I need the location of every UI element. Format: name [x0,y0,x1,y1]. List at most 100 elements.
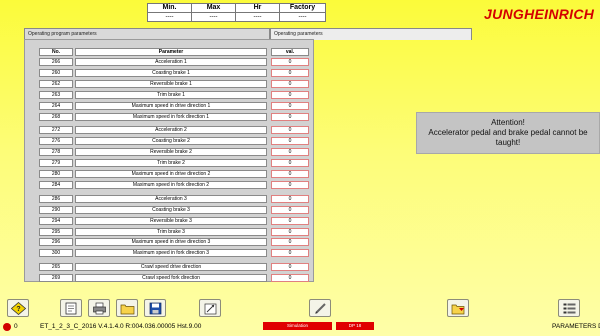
param-value-field[interactable]: 0 [271,126,309,135]
param-name-cell: Trim brake 2 [75,159,267,168]
param-value-field[interactable]: 0 [271,159,309,168]
col-max: Max [191,3,236,13]
status-red-label-2: DP 18 [336,322,374,330]
column-header-val: val. [271,48,309,56]
parameters-list-button[interactable] [558,299,580,317]
hr-value: ---- [235,12,280,22]
param-value-field[interactable]: 0 [271,112,309,121]
print-button[interactable] [88,299,110,317]
export-icon [204,303,216,314]
param-number-cell: 272 [39,126,73,135]
param-value-field[interactable]: 0 [271,170,309,178]
column-header-parameter: Parameter [75,48,267,56]
column-header-no: No. [39,48,73,56]
brand-logo: JUNGHEINRICH [484,6,595,22]
param-value-field[interactable]: 0 [271,58,309,66]
param-name-cell: Crawl speed drive direction [75,263,267,272]
param-value-field[interactable]: 0 [271,101,309,110]
param-name-cell: Crawl speed fork direction [75,274,267,283]
param-number-cell: 295 [39,227,73,236]
param-number-cell: 284 [39,180,73,189]
param-name-cell: Trim brake 1 [75,90,267,99]
param-number-cell: 268 [39,112,73,121]
open-folder-button[interactable] [447,299,469,317]
param-name-cell: Maximum speed in drive direction 1 [75,101,267,110]
param-value-field[interactable]: 0 [271,249,309,258]
param-value-field[interactable]: 0 [271,148,309,157]
param-value-field[interactable]: 0 [271,274,309,283]
param-number-cell: 294 [39,216,73,225]
param-name-cell: Reversible brake 2 [75,148,267,157]
folder-icon [120,304,134,314]
attention-title: Attention! [491,118,525,127]
param-name-cell: Maximum speed in drive direction 2 [75,170,267,178]
param-number-cell: 280 [39,170,73,178]
param-name-cell: Maximum speed in fork direction 3 [75,249,267,258]
min-max-table: Min. Max Hr Factory ---- ---- ---- ---- [147,3,326,22]
export-button[interactable] [199,299,221,317]
param-name-cell: Reversible brake 3 [75,216,267,225]
save-button[interactable] [144,299,166,317]
param-value-field[interactable]: 0 [271,194,309,203]
param-value-field[interactable]: 0 [271,227,309,236]
attention-text: Accelerator pedal and brake pedal cannot… [428,128,588,147]
min-value: ---- [147,12,192,22]
col-hr: Hr [235,3,280,13]
param-number-cell: 269 [39,274,73,283]
attention-message-box: Attention! Accelerator pedal and brake p… [416,112,600,154]
param-name-cell: Coasting brake 3 [75,205,267,214]
save-icon [149,302,161,314]
col-factory: Factory [279,3,326,13]
param-name-cell: Acceleration 1 [75,58,267,66]
help-button[interactable]: ? [7,299,29,317]
param-name-cell: Maximum speed in fork direction 2 [75,180,267,189]
factory-value: ---- [279,12,326,22]
param-value-field[interactable]: 0 [271,79,309,88]
edit-icon [65,302,76,314]
param-number-cell: 286 [39,194,73,203]
param-name-cell: Trim brake 3 [75,227,267,236]
max-value: ---- [191,12,236,22]
pen-button[interactable] [309,299,331,317]
param-value-field[interactable]: 0 [271,238,309,247]
param-name-cell: Acceleration 2 [75,126,267,135]
param-number-cell: 266 [39,58,73,66]
param-number-cell: 290 [39,205,73,214]
param-number-cell: 276 [39,137,73,146]
param-value-field[interactable]: 0 [271,205,309,214]
param-value-field[interactable]: 0 [271,180,309,189]
param-name-cell: Maximum speed in fork direction 1 [75,112,267,121]
status-number: 0 [14,323,18,330]
param-value-field[interactable]: 0 [271,216,309,225]
status-red-label-1: Simulation [263,322,332,330]
param-value-field[interactable]: 0 [271,137,309,146]
param-value-field[interactable]: 0 [271,90,309,99]
status-indicator [3,323,11,331]
print-icon [92,302,106,314]
param-name-cell: Coasting brake 1 [75,68,267,77]
param-number-cell: 278 [39,148,73,157]
param-number-cell: 279 [39,159,73,168]
edit-button[interactable] [60,299,82,317]
param-name-cell: Coasting brake 2 [75,137,267,146]
parameters-list-icon [563,303,575,313]
status-parameters-label: PARAMETERS D [552,323,600,330]
param-number-cell: 260 [39,68,73,77]
param-name-cell: Maximum speed in drive direction 3 [75,238,267,247]
param-number-cell: 264 [39,101,73,110]
status-file-info: ET_1_2_3_C_2016 V.4.1.4.0 R:004.036.0000… [40,323,202,330]
param-name-cell: Reversible brake 1 [75,79,267,88]
svg-text:?: ? [16,306,20,313]
param-name-cell: Acceleration 3 [75,194,267,203]
open-button[interactable] [116,299,138,317]
param-number-cell: 265 [39,263,73,272]
param-value-field[interactable]: 0 [271,68,309,77]
param-number-cell: 300 [39,249,73,258]
param-value-field[interactable]: 0 [271,263,309,272]
param-number-cell: 296 [39,238,73,247]
open-folder-icon [451,304,464,314]
help-icon: ? [10,301,26,315]
param-number-cell: 262 [39,79,73,88]
col-min: Min. [147,3,192,13]
param-number-cell: 263 [39,90,73,99]
